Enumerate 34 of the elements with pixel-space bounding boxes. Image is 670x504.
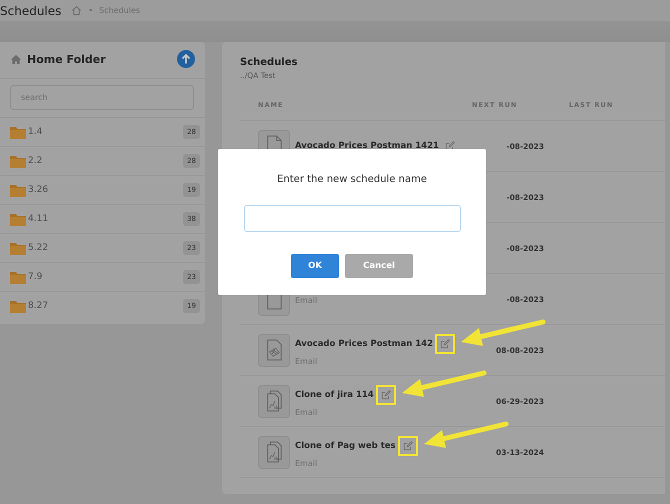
highlighted-edit-icon[interactable] <box>398 436 418 456</box>
ok-button[interactable]: OK <box>291 254 339 278</box>
page-title: Schedules <box>0 4 62 18</box>
folder-icon <box>10 270 26 284</box>
folder-icon <box>10 300 26 312</box>
folder-name[interactable]: 7.9 <box>28 272 184 282</box>
home-icon <box>10 54 22 64</box>
folder-icon <box>10 242 26 254</box>
chart-report-thumbnail <box>258 436 290 468</box>
schedule-name[interactable]: Clone of Pag web tes <box>295 441 396 451</box>
schedule-name[interactable]: Clone of jira 114 <box>295 390 374 400</box>
cancel-button[interactable]: Cancel <box>345 254 413 278</box>
highlighted-edit-icon[interactable] <box>435 334 456 354</box>
folder-name[interactable]: 1.4 <box>28 127 184 137</box>
folder-icon <box>10 154 26 168</box>
folder-name[interactable]: 3.26 <box>28 185 184 195</box>
panel-title: Home Folder <box>27 52 107 66</box>
folder-name[interactable]: 5.22 <box>28 243 184 253</box>
up-arrow-button[interactable] <box>177 50 195 68</box>
folder-name[interactable]: 4.11 <box>28 214 184 224</box>
folder-name[interactable]: 2.2 <box>28 156 184 166</box>
folder-icon <box>10 184 26 196</box>
dialog-title: Enter the new schedule name <box>277 174 427 185</box>
spreadsheet-thumbnail <box>258 334 290 366</box>
schedule-name[interactable]: Avocado Prices Postman 1421 <box>295 141 439 151</box>
highlighted-edit-icon[interactable] <box>376 385 396 405</box>
folder-icon <box>10 212 26 226</box>
name-input-field[interactable] <box>244 205 460 232</box>
folder-icon <box>10 126 26 138</box>
breadcrumb-separator: • <box>88 6 94 15</box>
folder-name[interactable]: 8.27 <box>28 301 184 311</box>
section-title: Schedules <box>240 57 298 68</box>
schedule-name[interactable]: Avocado Prices Postman 142 <box>295 339 434 349</box>
chart-report-thumbnail <box>258 384 290 418</box>
